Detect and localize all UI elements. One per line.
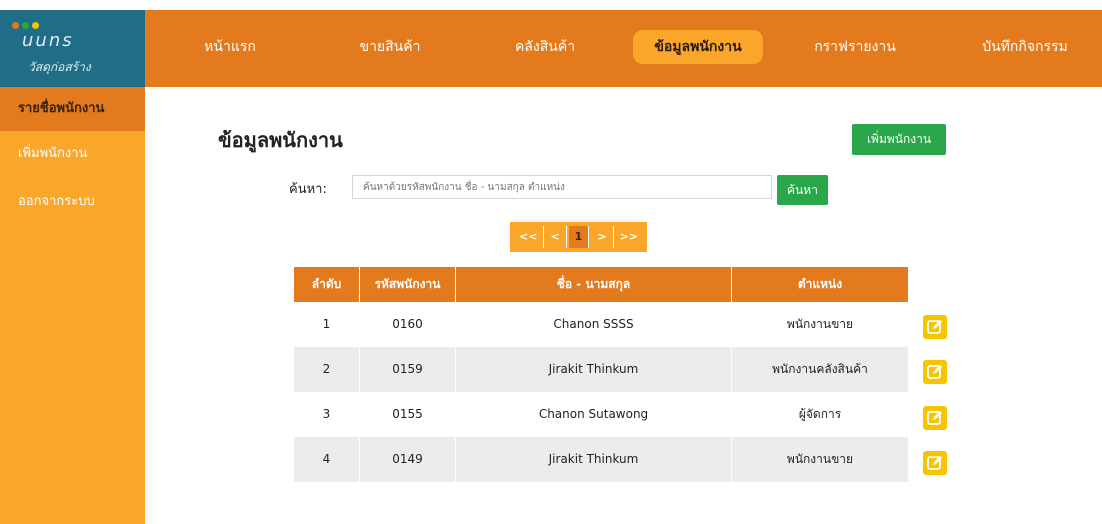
cell-name: Chanon SSSS	[456, 302, 732, 347]
cell-order: 3	[294, 392, 360, 437]
edit-icon	[927, 365, 942, 379]
table-row: 1 0160 Chanon SSSS พนักงานขาย	[294, 302, 908, 347]
logo-dot	[12, 22, 19, 29]
column-header-position: ตำแหน่ง	[797, 277, 843, 291]
sidebar-item-employee-list[interactable]: รายชื่อพนักงาน	[0, 87, 145, 131]
edit-icon	[927, 320, 942, 334]
pagination-first-button[interactable]: <<	[513, 226, 545, 248]
logo-subtitle: วัสดุก่อสร้าง	[28, 60, 91, 74]
pagination-page-current[interactable]: 1	[568, 226, 590, 248]
search-label: ค้นหา:	[289, 182, 327, 197]
pagination: << < 1 > >>	[510, 222, 647, 252]
sidebar: รายชื่อพนักงาน เพิ่มพนักงาน ออกจากระบบ	[0, 87, 145, 524]
table-row: 3 0155 Chanon Sutawong ผู้จัดการ	[294, 392, 908, 437]
sidebar-item-logout[interactable]: ออกจากระบบ	[0, 179, 145, 227]
nav-item-report-graph[interactable]: กราฟรายงาน	[795, 30, 915, 64]
table-row: 4 0149 Jirakit Thinkum พนักงานขาย	[294, 437, 908, 482]
cell-order: 1	[294, 302, 360, 347]
top-navigation: หน้าแรก ขายสินค้า คลังสินค้า ข้อมูลพนักง…	[145, 10, 1102, 87]
edit-employee-button[interactable]	[923, 360, 947, 384]
nav-item-sell[interactable]: ขายสินค้า	[335, 30, 445, 64]
cell-order: 4	[294, 437, 360, 482]
add-employee-button[interactable]: เพิ่มพนักงาน	[852, 124, 946, 155]
search-input[interactable]	[352, 175, 772, 199]
cell-position: พนักงานคลังสินค้า	[772, 362, 868, 376]
column-header-name: ชื่อ - นามสกุล	[456, 267, 732, 302]
cell-position: ผู้จัดการ	[798, 407, 842, 421]
search-button[interactable]: ค้นหา	[777, 175, 828, 205]
edit-icon	[927, 456, 942, 470]
pagination-next-button[interactable]: >	[591, 226, 614, 248]
cell-name: Chanon Sutawong	[456, 392, 732, 437]
cell-name: Jirakit Thinkum	[456, 437, 732, 482]
app-logo: uuns วัสดุก่อสร้าง	[0, 10, 145, 87]
edit-employee-button[interactable]	[923, 315, 947, 339]
cell-employee-id: 0155	[360, 392, 456, 437]
employee-table: ลำดับ รหัสพนักงาน ชื่อ - นามสกุล ตำแหน่ง…	[294, 267, 908, 482]
cell-employee-id: 0149	[360, 437, 456, 482]
table-header: ลำดับ รหัสพนักงาน ชื่อ - นามสกุล ตำแหน่ง	[294, 267, 908, 302]
page-title: ข้อมูลพนักงาน	[218, 128, 343, 152]
nav-item-home[interactable]: หน้าแรก	[180, 30, 280, 64]
edit-employee-button[interactable]	[923, 406, 947, 430]
cell-position: พนักงานขาย	[786, 452, 854, 466]
edit-icon	[927, 411, 942, 425]
edit-employee-button[interactable]	[923, 451, 947, 475]
cell-employee-id: 0160	[360, 302, 456, 347]
nav-item-employees[interactable]: ข้อมูลพนักงาน	[633, 30, 763, 64]
pagination-last-button[interactable]: >>	[614, 226, 644, 248]
pagination-prev-button[interactable]: <	[544, 226, 567, 248]
logo-title: uuns	[22, 30, 74, 51]
logo-dots	[12, 22, 39, 29]
cell-name: Jirakit Thinkum	[456, 347, 732, 392]
cell-employee-id: 0159	[360, 347, 456, 392]
logo-dot	[22, 22, 29, 29]
table-row: 2 0159 Jirakit Thinkum พนักงานคลังสินค้า	[294, 347, 908, 392]
column-header-order: ลำดับ	[294, 267, 360, 302]
nav-item-warehouse[interactable]: คลังสินค้า	[485, 30, 605, 64]
cell-position: พนักงานขาย	[786, 317, 854, 331]
cell-order: 2	[294, 347, 360, 392]
nav-item-activity-log[interactable]: บันทึกกิจกรรม	[955, 30, 1095, 64]
sidebar-item-add-employee[interactable]: เพิ่มพนักงาน	[0, 131, 145, 179]
logo-dot	[32, 22, 39, 29]
column-header-employee-id: รหัสพนักงาน	[360, 267, 456, 302]
